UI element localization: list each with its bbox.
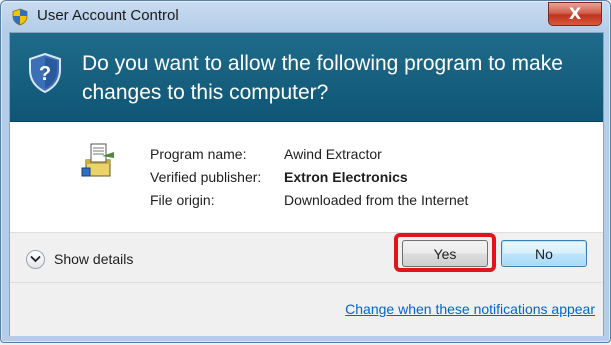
detail-value: Downloaded from the Internet (284, 192, 469, 208)
no-button[interactable]: No (501, 240, 587, 267)
notification-settings-link[interactable]: Change when these notifications appear (345, 301, 595, 317)
program-details: Program name: Awind Extractor Verified p… (150, 143, 468, 212)
detail-label: File origin: (150, 192, 215, 208)
svg-text:?: ? (39, 63, 51, 85)
chevron-down-icon[interactable] (26, 249, 45, 269)
uac-shield-question-icon: ? (29, 53, 61, 93)
detail-row-file-origin: File origin: Downloaded from the Interne… (150, 189, 468, 212)
uac-question-text: Do you want to allow the following progr… (82, 52, 563, 104)
uac-dialog-window: User Account Control X ? Do you want to … (0, 0, 611, 343)
detail-row-program-name: Program name: Awind Extractor (150, 143, 468, 166)
uac-shield-icon (12, 8, 28, 26)
detail-label: Program name: (150, 146, 247, 162)
footer-divider (10, 282, 603, 283)
close-button[interactable]: X (548, 2, 602, 26)
yes-button[interactable]: Yes (402, 240, 488, 267)
show-details-label[interactable]: Show details (54, 251, 133, 267)
detail-value: Awind Extractor (284, 146, 382, 162)
close-icon: X (568, 4, 582, 23)
detail-label: Verified publisher: (150, 169, 262, 185)
window-title: User Account Control (37, 7, 179, 24)
detail-value: Extron Electronics (284, 169, 408, 185)
installer-icon (81, 143, 114, 177)
title-bar[interactable]: User Account Control X (1, 1, 610, 31)
show-details-toggle[interactable]: Show details (26, 248, 133, 270)
button-bar: Show details Yes No Change when these no… (10, 232, 603, 336)
dialog-body: ? Do you want to allow the following pro… (9, 32, 604, 336)
question-banner: ? Do you want to allow the following pro… (10, 33, 603, 122)
detail-row-publisher: Verified publisher: Extron Electronics (150, 166, 468, 189)
